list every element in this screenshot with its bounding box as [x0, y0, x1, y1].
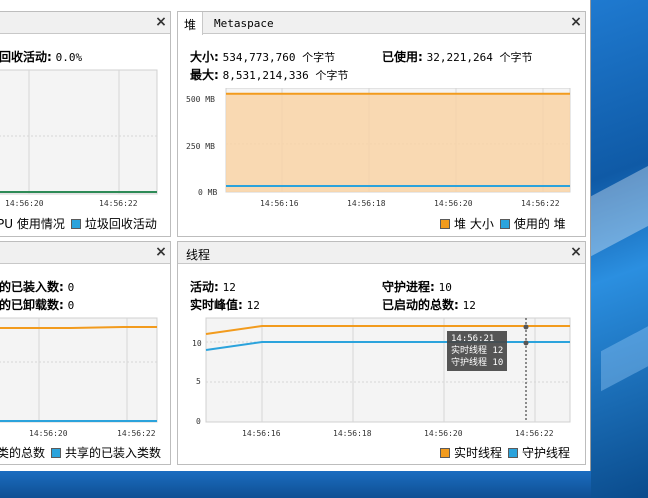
- legend-swatch: [499, 219, 510, 229]
- classes-loaded-stat: 的已装入数: 0: [0, 280, 75, 294]
- threads-live-stat: 活动: 12: [190, 280, 236, 294]
- classes-time-tick: 14:56:22: [117, 429, 156, 438]
- threads-title: 线程: [186, 248, 211, 262]
- threads-y-tick: 5: [196, 377, 201, 386]
- threads-peak-stat: 实时峰值: 12: [190, 298, 260, 312]
- threads-daemon-stat: 守护进程: 10: [382, 280, 452, 294]
- cpu-panel-header: [0, 12, 170, 34]
- gc-activity-stat: 回收活动: 0.0%: [0, 50, 83, 64]
- tab-metaspace[interactable]: Metaspace: [208, 12, 280, 34]
- heap-used-stat: 已使用: 32,221,264 个字节: [382, 50, 533, 64]
- legend-swatch: [508, 448, 519, 458]
- heap-y-tick: 500 MB: [186, 95, 215, 104]
- heap-chart: 500 MB 250 MB 0 MB 14:56:16 14:56:18 14:…: [186, 88, 571, 208]
- cpu-time-tick: 14:56:20: [5, 199, 44, 208]
- cpu-time-tick: 14:56:22: [99, 199, 138, 208]
- heap-y-tick: 250 MB: [186, 142, 215, 151]
- close-icon[interactable]: ×: [568, 244, 584, 260]
- heap-y-tick: 0 MB: [198, 188, 217, 197]
- cpu-legend: PU 使用情况 垃圾回收活动: [0, 217, 157, 231]
- heap-tabbar: 堆 Metaspace: [178, 12, 585, 35]
- threads-panel: 线程 × 活动: 12 实时峰值: 12 守护进程: 10 已启动的总数: 12…: [177, 241, 586, 465]
- cpu-chart: 14:56:20 14:56:22: [0, 69, 158, 208]
- legend-swatch: [440, 448, 450, 458]
- heap-size-stat: 大小: 534,773,760 个字节: [190, 50, 336, 64]
- threads-chart: 10 5 0 14:56:16 14:56:18 14:56:20 14:56:…: [192, 317, 571, 438]
- tab-heap[interactable]: 堆: [178, 12, 204, 35]
- tooltip-live: 实时线程 12: [451, 346, 504, 356]
- threads-started-stat: 已启动的总数: 12: [382, 298, 476, 312]
- classes-total-series: [0, 326, 157, 329]
- classes-panel: × 的已装入数: 0 的已卸载数: 0 14:56:20 14:56:22 类的…: [0, 241, 171, 465]
- threads-y-tick: 0: [196, 417, 201, 426]
- tooltip-daemon: 守护线程 10: [451, 358, 504, 368]
- heap-legend: 堆 大小 使用的 堆: [434, 215, 566, 232]
- classes-panel-header: [0, 242, 170, 264]
- threads-time-tick: 14:56:16: [242, 429, 281, 438]
- threads-y-tick: 10: [192, 339, 202, 348]
- tooltip-time: 14:56:21: [451, 334, 495, 344]
- heap-time-tick: 14:56:16: [260, 199, 299, 208]
- classes-chart: 14:56:20 14:56:22: [0, 317, 158, 438]
- hover-point-live: [523, 324, 529, 330]
- classes-legend: 类的总数 共享的已装入类数: [0, 446, 162, 460]
- classes-time-tick: 14:56:20: [29, 429, 68, 438]
- heap-time-tick: 14:56:20: [434, 199, 473, 208]
- legend-swatch: [70, 219, 81, 229]
- desktop-taskbar-edge: [0, 471, 591, 498]
- classes-unloaded-stat: 的已卸载数: 0: [0, 298, 75, 312]
- legend-swatch: [51, 448, 62, 458]
- hover-point-daemon: [523, 340, 529, 346]
- threads-panel-header: 线程: [178, 242, 585, 264]
- close-icon[interactable]: ×: [153, 244, 169, 260]
- monitor-window: × 回收活动: 0.0% 14:56:20 14:56:22 PU 使用情况 垃圾…: [0, 0, 591, 471]
- cpu-panel: × 回收活动: 0.0% 14:56:20 14:56:22 PU 使用情况 垃圾…: [0, 11, 171, 237]
- close-icon[interactable]: ×: [568, 14, 584, 30]
- legend-swatch: [440, 219, 450, 229]
- heap-time-tick: 14:56:18: [347, 199, 386, 208]
- heap-size-area: [226, 93, 570, 192]
- heap-panel: 堆 Metaspace × 大小: 534,773,760 个字节 已使用: 3…: [177, 11, 586, 237]
- close-icon[interactable]: ×: [153, 14, 169, 30]
- threads-time-tick: 14:56:20: [424, 429, 463, 438]
- threads-time-tick: 14:56:18: [333, 429, 372, 438]
- threads-tooltip: 14:56:21 实时线程 12 守护线程 10: [447, 331, 508, 371]
- threads-time-tick: 14:56:22: [515, 429, 554, 438]
- heap-max-stat: 最大: 8,531,214,336 个字节: [190, 68, 349, 82]
- threads-legend: 实时线程 守护线程: [434, 444, 570, 461]
- heap-time-tick: 14:56:22: [521, 199, 560, 208]
- desktop-background: [591, 0, 648, 498]
